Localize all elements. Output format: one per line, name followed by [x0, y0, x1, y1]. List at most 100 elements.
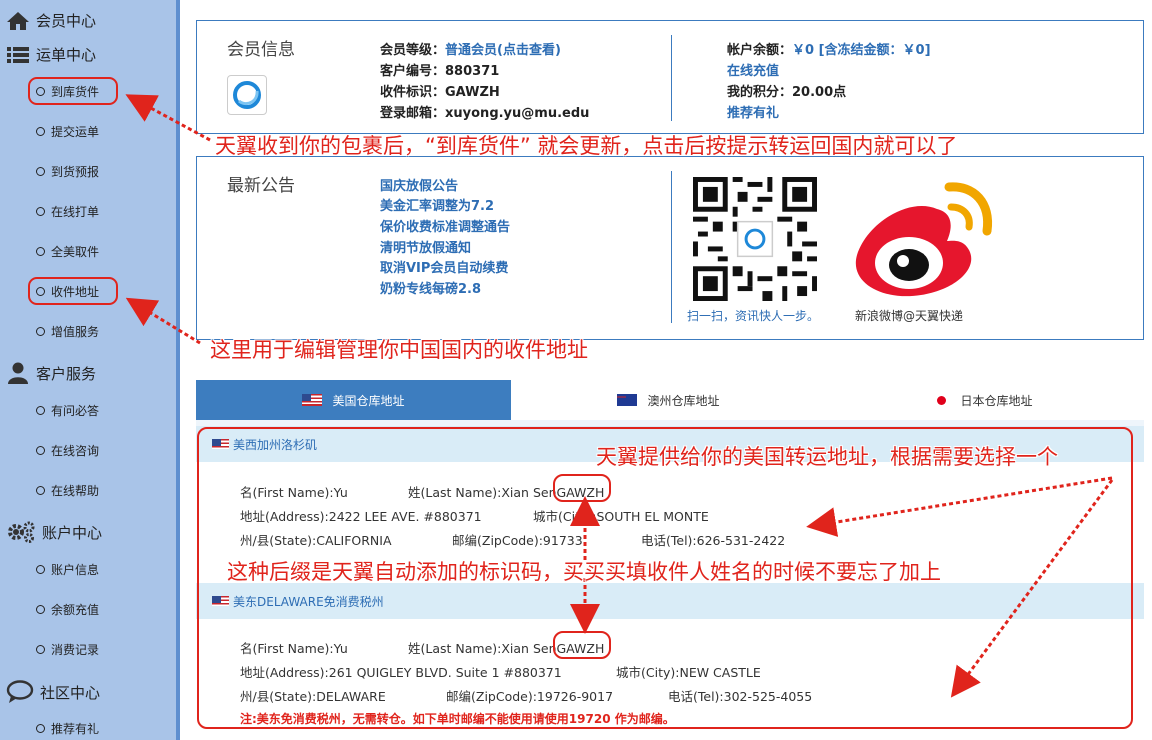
circle-icon [36, 247, 45, 256]
announcements-title: 最新公告 [227, 176, 295, 196]
sidebar-item-value-added[interactable]: 增值服务 [36, 323, 99, 340]
member-info-title: 会员信息 [227, 40, 295, 60]
circle-icon [36, 645, 45, 654]
annotation-text: 天翼提供给你的美国转运地址，根据需要选择一个 [596, 445, 1058, 469]
item-label: 推荐有礼 [51, 722, 100, 736]
sidebar-section-community[interactable]: 社区中心 [6, 680, 100, 704]
item-label: 余额充值 [51, 603, 100, 617]
receiver-tag-label: 收件标识： [380, 85, 446, 100]
sidebar-section-member[interactable]: 会员中心 [6, 10, 96, 31]
avatar-logo-icon [233, 81, 261, 109]
tab-label: 美国仓库地址 [332, 393, 405, 408]
online-recharge-link[interactable]: 在线充值 [727, 64, 779, 79]
item-label: 账户信息 [51, 563, 100, 577]
sidebar-item-account-info[interactable]: 账户信息 [36, 561, 99, 578]
announcement-link[interactable]: 国庆放假公告 [380, 175, 458, 194]
sidebar-item-online-print[interactable]: 在线打单 [36, 203, 99, 220]
sidebar-item-arrival-forecast[interactable]: 到货预报 [36, 163, 99, 180]
sidebar-section-waybill[interactable]: 运单中心 [6, 44, 96, 65]
sidebar-item-us-pickup[interactable]: 全美取件 [36, 243, 99, 260]
login-email-value: xuyong.yu@mu.edu [445, 106, 590, 121]
user-icon [8, 362, 28, 384]
tab-label: 日本仓库地址 [960, 393, 1033, 408]
sidebar-item-submit-waybill[interactable]: 提交运单 [36, 123, 99, 140]
home-icon [7, 11, 29, 30]
section-title: 客户服务 [36, 364, 97, 383]
avatar[interactable] [227, 75, 267, 115]
section-title: 社区中心 [40, 683, 101, 702]
announcement-link[interactable]: 清明节放假通知 [380, 237, 471, 256]
announcements-panel: 最新公告 国庆放假公告 美金汇率调整为7.2 保价收费标准调整通告 清明节放假通… [196, 156, 1144, 340]
annotation-suffix-box [553, 474, 611, 502]
item-label: 在线帮助 [51, 484, 100, 498]
annotation-text: 这种后缀是天翼自动添加的标识码，买买买填收件人姓名的时候不要忘了加上 [227, 560, 941, 584]
item-label: 在线打单 [51, 205, 100, 219]
sidebar-item-faq[interactable]: 有问必答 [36, 402, 99, 419]
item-label: 增值服务 [51, 325, 100, 339]
receiver-tag-row: 收件标识：GAWZH [380, 81, 500, 100]
announcement-link[interactable]: 美金汇率调整为7.2 [380, 195, 494, 214]
referral-link[interactable]: 推荐有礼 [727, 106, 779, 121]
highlight-arrived-parcels [28, 77, 118, 105]
referral-row: 推荐有礼 [727, 102, 779, 121]
balance-value: ￥0 [含冻结金额：￥0] [792, 43, 931, 58]
announcement-link[interactable]: 取消VIP会员自动续费 [380, 257, 508, 276]
item-label: 到货预报 [51, 165, 100, 179]
customer-id-value: 880371 [445, 64, 500, 79]
sidebar-section-account[interactable]: 账户中心 [6, 520, 102, 544]
sidebar-item-recharge[interactable]: 余额充值 [36, 601, 99, 618]
tab-label: 澳州仓库地址 [647, 393, 720, 408]
circle-icon [36, 486, 45, 495]
circle-icon [36, 605, 45, 614]
divider [671, 171, 672, 323]
sidebar-item-referral[interactable]: 推荐有礼 [36, 720, 99, 737]
sidebar-item-spending-record[interactable]: 消费记录 [36, 641, 99, 658]
item-label: 提交运单 [51, 125, 100, 139]
us-flag-icon [302, 394, 323, 406]
weibo-caption: 新浪微博@天翼快递 [855, 309, 964, 323]
circle-icon [36, 167, 45, 176]
login-email-row: 登录邮箱：xuyong.yu@mu.edu [380, 102, 589, 121]
circle-icon [36, 327, 45, 336]
weibo-logo-icon[interactable] [849, 179, 999, 301]
highlight-receiving-address [28, 277, 118, 305]
item-label: 在线咨询 [51, 444, 100, 458]
points-row: 我的积分：20.00点 [727, 81, 846, 100]
points-value: 20.00点 [792, 85, 847, 100]
au-flag-icon [617, 394, 638, 406]
balance-label: 帐户余额： [727, 43, 793, 58]
customer-id-row: 客户编号：880371 [380, 60, 499, 79]
section-title: 会员中心 [36, 12, 97, 30]
tab-jp-warehouse[interactable]: 日本仓库地址 [826, 380, 1144, 420]
sidebar-item-online-consult[interactable]: 在线咨询 [36, 442, 99, 459]
balance-row: 帐户余额：￥0 [含冻结金额：￥0] [727, 39, 931, 58]
list-icon [7, 46, 29, 63]
points-label: 我的积分： [727, 85, 793, 100]
item-label: 全美取件 [51, 245, 100, 259]
member-level-link[interactable]: 普通会员(点击查看) [445, 43, 561, 58]
annotation-text: 天翼收到你的包裹后，“到库货件” 就会更新，点击后按提示转运回国内就可以了 [215, 134, 958, 158]
sidebar-item-online-help[interactable]: 在线帮助 [36, 482, 99, 499]
tab-au-warehouse[interactable]: 澳州仓库地址 [511, 380, 826, 420]
tab-us-warehouse[interactable]: 美国仓库地址 [196, 380, 511, 420]
chat-bubble-icon [6, 680, 34, 703]
qr-code-icon[interactable] [693, 177, 817, 301]
annotation-suffix-box [553, 631, 611, 659]
qr-caption: 扫一扫，资讯快人一步。 [687, 309, 820, 323]
announcement-link[interactable]: 保价收费标准调整通告 [380, 216, 510, 235]
sidebar: 会员中心 运单中心 到库货件 提交运单 到货预报 在线打单 全美取件 收件地址 … [0, 0, 180, 740]
announcement-link[interactable]: 奶粉专线每磅2.8 [380, 278, 481, 297]
circle-icon [36, 724, 45, 733]
member-info-panel: 会员信息 会员等级：普通会员(点击查看) 客户编号：880371 收件标识：GA… [196, 20, 1144, 134]
receiver-tag-value: GAWZH [445, 85, 500, 100]
login-email-label: 登录邮箱： [380, 106, 446, 121]
section-title: 运单中心 [36, 46, 97, 64]
gears-icon [8, 521, 35, 543]
circle-icon [36, 406, 45, 415]
jp-flag-icon [937, 395, 947, 405]
circle-icon [36, 446, 45, 455]
divider [671, 35, 672, 121]
section-title: 账户中心 [42, 523, 103, 542]
sidebar-section-service[interactable]: 客户服务 [6, 362, 96, 384]
annotation-text: 这里用于编辑管理你中国国内的收件地址 [210, 338, 588, 362]
